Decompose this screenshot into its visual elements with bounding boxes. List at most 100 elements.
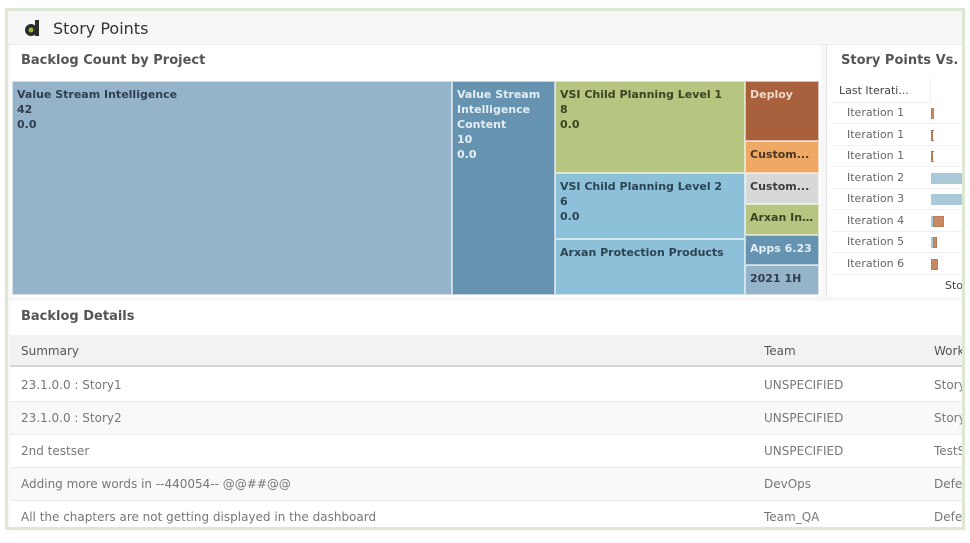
tile-name: Apps 6.23 <box>750 242 812 255</box>
cell-work: Defe <box>934 477 963 491</box>
story-points-panel: Story Points Vs. B... Last Iterati... It… <box>826 45 965 297</box>
treemap-tile[interactable]: Deploy <box>745 81 819 141</box>
cell-summary: 23.1.0.0 : Story2 <box>21 411 122 425</box>
tile-name: Arxan In... <box>750 211 814 224</box>
cell-team: UNSPECIFIED <box>764 378 844 392</box>
bar-brown[interactable] <box>933 237 938 248</box>
tile-count: 42 <box>17 103 33 116</box>
treemap-tile[interactable]: Custom... <box>745 141 819 173</box>
category-label: Iteration 1 <box>847 127 905 141</box>
category-label: Iteration 3 <box>847 192 905 205</box>
treemap-chart: Value Stream Intelligence 42 0.0 Value Stre… <box>12 81 819 295</box>
column-header-work[interactable]: Work <box>934 344 962 358</box>
bar-brown[interactable] <box>931 108 935 119</box>
category-label: Iteration 6 <box>847 256 905 270</box>
category-label: Iteration 5 <box>847 235 905 248</box>
category-label: Iteration 1 <box>847 106 905 119</box>
x-axis-label: Sto... <box>945 279 963 292</box>
bar-blue[interactable] <box>931 172 962 184</box>
bar-blue[interactable] <box>931 194 962 205</box>
bar-brown[interactable] <box>931 129 934 141</box>
bar-area <box>931 254 962 275</box>
tile-name: Custom... <box>750 180 810 193</box>
d-logo-icon <box>25 20 39 36</box>
bar-area <box>931 125 962 146</box>
treemap-tile[interactable]: Apps 6.23 <box>745 235 819 265</box>
tile-value: 0.0 <box>17 118 37 131</box>
category-label: Iteration 2 <box>847 170 905 184</box>
bar-row: Iteration 1 <box>831 146 962 167</box>
category-label: Iteration 4 <box>847 213 905 227</box>
tile-name: Custom... <box>750 148 810 161</box>
table-row[interactable]: 23.1.0.0 : Story2 UNSPECIFIED Story <box>10 402 965 435</box>
tile-name: VSI Child Planning Level 2 <box>560 180 723 193</box>
bar-area <box>931 103 962 124</box>
bar-row: Iteration 3 <box>831 189 962 210</box>
category-label: Iteration 1 <box>847 149 905 162</box>
table-header: Summary Team Work <box>10 335 962 367</box>
bar-row: Iteration 5 <box>831 232 962 253</box>
table-row[interactable]: 23.1.0.0 : Story1 UNSPECIFIED Story <box>10 369 965 402</box>
bar-area <box>931 168 965 189</box>
treemap-tile[interactable]: Value Stream Intelligence 42 0.0 <box>12 81 452 295</box>
table-row[interactable]: Adding more words in --440054-- @@##@@ De… <box>10 468 963 501</box>
cell-team: Team_QA <box>764 510 820 524</box>
bar-brown[interactable] <box>933 215 945 227</box>
backlog-count-panel: Backlog Count by Project Value Stream In… <box>10 45 821 297</box>
bar-row: Iteration 1 <box>831 103 962 124</box>
cell-team: UNSPECIFIED <box>764 444 844 458</box>
column-header-summary[interactable]: Summary <box>21 344 79 358</box>
bar-brown[interactable] <box>964 173 965 184</box>
treemap-tile[interactable]: VSI Child Planning Level 2 6 0.0 <box>555 173 745 239</box>
bar-row: Iteration 1 <box>831 125 962 146</box>
dashboard-title: Story Points <box>53 19 149 38</box>
cell-team: DevOps <box>764 477 812 491</box>
tile-name: Value Stream Intelligence <box>17 88 178 101</box>
bar-area <box>931 232 962 253</box>
treemap-tile[interactable]: VSI Child Planning Level 1 8 0.0 <box>555 81 745 173</box>
treemap-tile[interactable]: Value Stream Intelligence Content 10 0.0 <box>452 81 555 295</box>
treemap-tile[interactable]: Arxan Protection Products <box>555 239 745 295</box>
bar-row: Iteration 2 <box>831 168 965 189</box>
table-row[interactable]: All the chapters are not getting display… <box>10 501 963 527</box>
tile-value: 0.0 <box>560 210 580 223</box>
tile-name: Value Stream Intelligence Content <box>457 88 541 131</box>
bar-area <box>931 211 962 232</box>
dashboard-frame: Story Points Backlog Count by Project Va… <box>5 8 965 530</box>
cell-work: Story <box>934 378 965 392</box>
tile-name: VSI Child Planning Level 1 <box>560 88 723 101</box>
cell-work: Defe <box>934 510 963 524</box>
dashboard-header: Story Points <box>8 11 962 45</box>
treemap-tile[interactable]: Arxan In... <box>745 204 819 235</box>
tile-value: 0.0 <box>560 118 580 131</box>
cell-work: TestS <box>934 444 965 458</box>
tile-count: 8 <box>560 103 568 116</box>
tile-value: 0.0 <box>457 148 477 161</box>
panel-title: Backlog Count by Project <box>21 53 206 68</box>
tile-name: Deploy <box>750 88 793 101</box>
bar-brown[interactable] <box>931 258 938 270</box>
table-row[interactable]: 2nd testser UNSPECIFIED TestS <box>10 435 965 468</box>
bar-row: Iteration 4 <box>831 211 962 232</box>
bar-row: Iteration 6 <box>831 254 962 275</box>
panel-title: Backlog Details <box>21 309 135 324</box>
cell-summary: 2nd testser <box>21 444 90 458</box>
tile-name: 2021 1H <box>750 272 802 285</box>
bar-area <box>931 146 962 167</box>
bar-brown[interactable] <box>931 151 933 162</box>
column-header-team[interactable]: Team <box>764 344 796 358</box>
tile-name: Arxan Protection Products <box>560 246 724 259</box>
cell-summary: Adding more words in --440054-- @@##@@ <box>21 477 291 491</box>
cell-summary: All the chapters are not getting display… <box>21 510 377 524</box>
cell-work: Story <box>934 411 965 425</box>
backlog-details-panel: Backlog Details Summary Team Work 23.1.0… <box>10 301 965 527</box>
treemap-tile[interactable]: Custom... <box>745 173 819 204</box>
tile-count: 10 <box>457 133 473 146</box>
cell-team: UNSPECIFIED <box>764 411 844 425</box>
panel-title: Story Points Vs. B... <box>841 53 962 68</box>
bar-area <box>931 189 962 210</box>
treemap-tile[interactable]: 2021 1H <box>745 265 819 295</box>
tile-count: 6 <box>560 195 568 208</box>
cell-summary: 23.1.0.0 : Story1 <box>21 378 122 392</box>
column-header[interactable]: Last Iterati... <box>831 79 931 103</box>
